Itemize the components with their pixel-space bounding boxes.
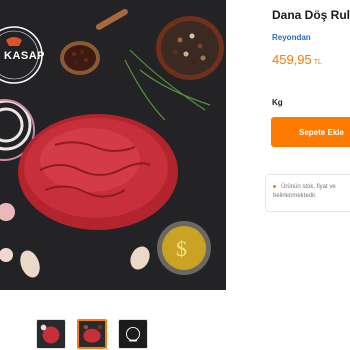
svg-text:$: $ [176,236,187,261]
minced-meat [18,114,178,230]
oil-bowl: $ [157,221,211,275]
logo-text: KASAP [4,50,46,62]
product-title: Dana Döş Rulo [272,8,350,22]
thumbnail-2[interactable] [77,319,107,349]
stock-notice: Ürünün stok, fiyat ve belirlenmektedir. [265,174,350,212]
thumbnail-3[interactable] [118,319,148,349]
price-value: 459,95 [272,52,312,67]
brand-link[interactable]: Reyondan [272,33,311,42]
unit-label: Kg [272,98,283,107]
stock-notice-line2: belirlenmektedir. [273,193,317,199]
stock-notice-text: Ürünün stok, fiyat ve belirlenmektedir. [273,183,350,201]
product-main-image[interactable]: $ KASAP [0,0,226,290]
add-to-cart-button[interactable]: Sepete Ekle [271,117,350,147]
stock-notice-line1: Ürünün stok, fiyat ve [281,184,336,190]
product-price: 459,95 TL [272,52,322,67]
price-currency: TL [313,59,322,66]
peppercorn-bowl [156,16,224,80]
thumbnail-gallery [36,319,148,349]
thumbnail-1[interactable] [36,319,66,349]
bullet-dot-icon [273,184,276,188]
